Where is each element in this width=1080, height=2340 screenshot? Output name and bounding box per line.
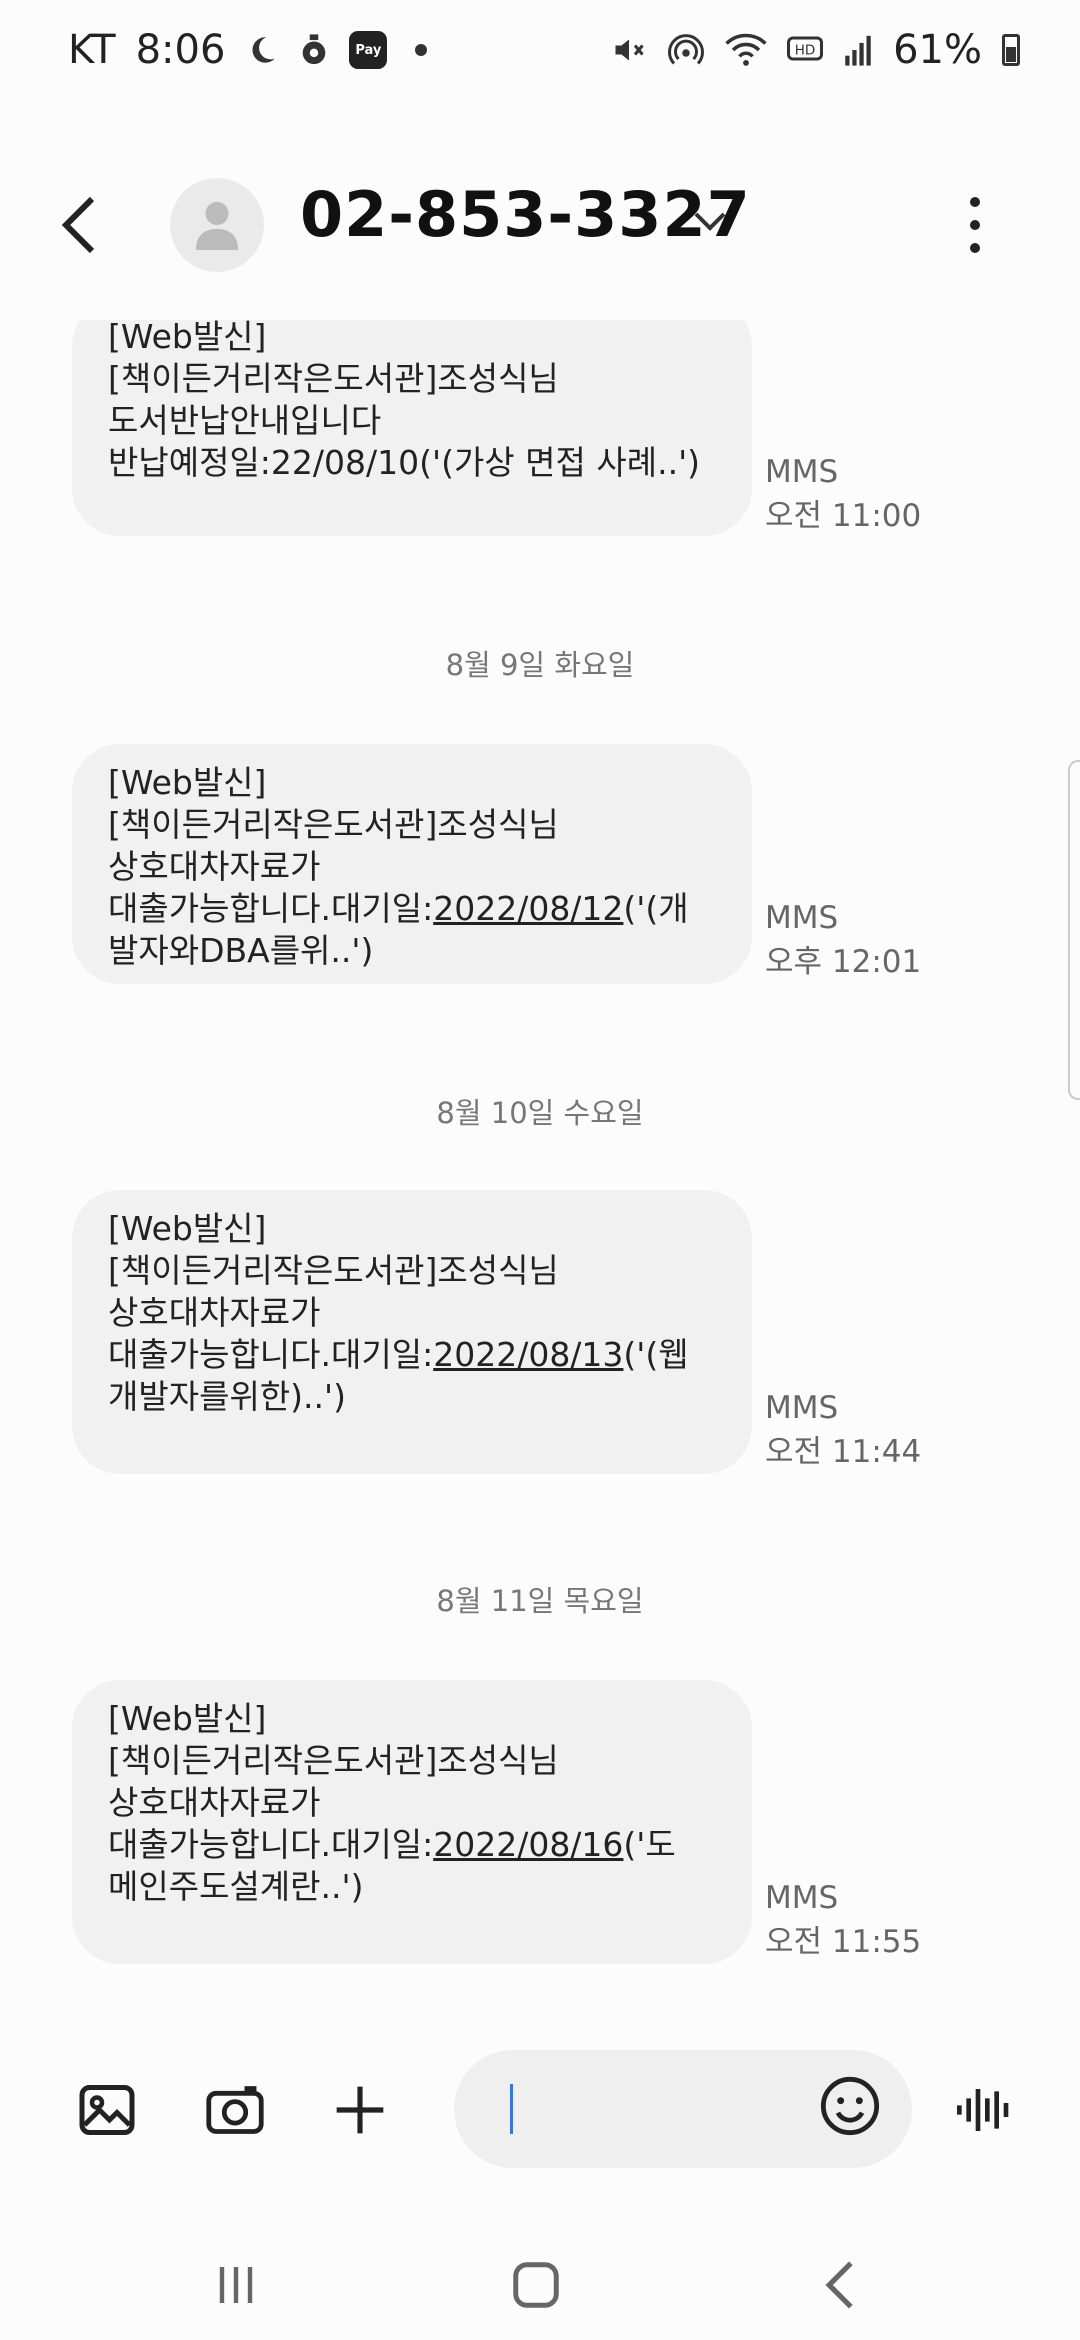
message-line: 대출가능합니다.대기일:2022/08/13('(웹: [108, 1334, 716, 1376]
message-line: [책이든거리작은도서관]조성식님: [108, 805, 559, 844]
message-line: 메인주도설계란..'): [108, 1867, 364, 1906]
message-line: 상호대차자료가: [108, 1783, 321, 1822]
message-type: MMS: [765, 1390, 839, 1426]
clock: 8:06: [135, 27, 226, 73]
scroll-handle[interactable]: [1068, 760, 1080, 1100]
more-dot-icon: [970, 196, 980, 207]
back-button[interactable]: [60, 190, 130, 260]
carrier-label: KT: [68, 27, 116, 73]
plus-icon[interactable]: [325, 2075, 395, 2145]
more-dot-icon: [970, 219, 980, 230]
conversation-header: 02-853-3327: [0, 170, 1080, 280]
pay-icon: Pay: [349, 31, 388, 69]
back-icon[interactable]: [800, 2250, 880, 2320]
moon-icon: [245, 33, 279, 67]
message-line: 상호대차자료가: [108, 847, 321, 886]
date-separator: 8월 9일 화요일: [445, 648, 635, 682]
message-line: [책이든거리작은도서관]조성식님: [108, 359, 559, 398]
date-separator: 8월 10일 수요일: [436, 1096, 644, 1130]
message-thread[interactable]: [Web발신] [책이든거리작은도서관]조성식님 도서반납안내입니다 반납예정일…: [0, 320, 1080, 2000]
message-line: 개발자를위한)..'): [108, 1377, 346, 1416]
message-line: 대출가능합니다.대기일:2022/08/16('도: [108, 1824, 716, 1866]
mute-icon: [611, 32, 647, 68]
date-link[interactable]: 2022/08/13: [433, 1335, 623, 1374]
text-caret: [510, 2084, 513, 2134]
home-icon[interactable]: [496, 2250, 576, 2320]
navigation-bar: [0, 2230, 1080, 2340]
message-type: MMS: [765, 900, 839, 936]
contact-number[interactable]: 02-853-3327: [300, 178, 751, 251]
recent-apps-icon[interactable]: [196, 2250, 276, 2320]
message-text: 대출가능합니다.대기일:: [108, 1335, 434, 1374]
message-line: 발자와DBA를위..'): [108, 931, 374, 970]
message-text: 대출가능합니다.대기일:: [108, 889, 434, 928]
message-bubble[interactable]: [Web발신] [책이든거리작은도서관]조성식님 상호대차자료가 대출가능합니다…: [72, 1190, 752, 1474]
wifi-icon: [725, 32, 767, 68]
message-line: 도서반납안내입니다: [108, 401, 382, 440]
more-options-button[interactable]: [960, 190, 990, 260]
expand-button[interactable]: [690, 200, 740, 250]
date-separator: 8월 11일 목요일: [436, 1584, 644, 1618]
chevron-down-icon: [694, 212, 726, 231]
signal-icon: [843, 33, 873, 67]
status-right: HD 61%: [611, 27, 1020, 73]
person-icon: [195, 201, 239, 250]
camera-icon[interactable]: [200, 2075, 270, 2145]
message-bubble[interactable]: [Web발신] [책이든거리작은도서관]조성식님 도서반납안내입니다 반납예정일…: [72, 320, 752, 536]
status-left: KT 8:06 Pay: [68, 27, 428, 73]
hd-icon: HD: [787, 35, 824, 65]
message-meta: MMS 오전 11:55: [765, 1876, 921, 1964]
message-type: MMS: [765, 1880, 839, 1916]
message-line: [Web발신]: [108, 1699, 267, 1738]
message-line: [책이든거리작은도서관]조성식님: [108, 1251, 559, 1290]
avatar[interactable]: [170, 178, 264, 272]
message-meta: MMS 오전 11:00: [765, 450, 921, 538]
dot-icon: [415, 44, 428, 56]
message-time: 오후 12:01: [765, 944, 922, 980]
message-text: ('(개: [623, 889, 689, 928]
date-link[interactable]: 2022/08/16: [433, 1825, 623, 1864]
more-dot-icon: [970, 243, 980, 254]
svg-text:HD: HD: [795, 43, 816, 59]
message-line: [Web발신]: [108, 1209, 267, 1248]
message-time: 오전 11:44: [765, 1434, 922, 1470]
battery-percent: 61%: [893, 27, 982, 73]
message-line: [책이든거리작은도서관]조성식님: [108, 1741, 559, 1780]
message-bubble[interactable]: [Web발신] [책이든거리작은도서관]조성식님 상호대차자료가 대출가능합니다…: [72, 1680, 752, 1964]
message-line: 대출가능합니다.대기일:2022/08/12('(개: [108, 888, 716, 930]
battery-icon: [1002, 34, 1020, 66]
message-time: 오전 11:55: [765, 1924, 922, 1960]
message-type: MMS: [765, 454, 839, 490]
message-meta: MMS 오후 12:01: [765, 896, 921, 984]
message-text: ('(웹: [623, 1335, 689, 1374]
gallery-icon[interactable]: [72, 2075, 142, 2145]
emoji-icon[interactable]: [818, 2074, 888, 2144]
voice-icon[interactable]: [950, 2075, 1020, 2145]
location-icon: [299, 33, 329, 67]
message-bubble[interactable]: [Web발신] [책이든거리작은도서관]조성식님 상호대차자료가 대출가능합니다…: [72, 744, 752, 984]
message-time: 오전 11:00: [765, 498, 922, 534]
message-line: 상호대차자료가: [108, 1293, 321, 1332]
message-line: [Web발신]: [108, 320, 267, 356]
composer-bar: [0, 2050, 1080, 2170]
status-bar: KT 8:06 Pay HD 61%: [0, 0, 1080, 100]
message-input[interactable]: [454, 2050, 912, 2168]
message-line: [Web발신]: [108, 763, 267, 802]
message-text: 대출가능합니다.대기일:: [108, 1825, 434, 1864]
message-line: 반납예정일:22/08/10('(가상 면접 사례..'): [108, 443, 701, 482]
chevron-left-icon: [61, 196, 95, 254]
hotspot-icon: [667, 32, 705, 68]
message-text: ('도: [623, 1825, 676, 1864]
date-link[interactable]: 2022/08/12: [433, 889, 623, 928]
message-meta: MMS 오전 11:44: [765, 1386, 921, 1474]
